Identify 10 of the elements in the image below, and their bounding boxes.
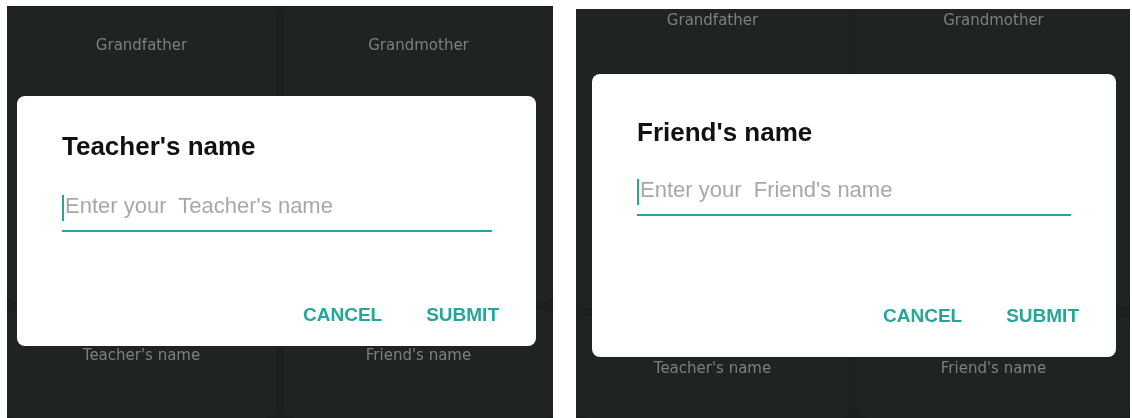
tile-label: Teacher's name bbox=[653, 359, 772, 377]
tile-label: Grandfather bbox=[95, 36, 188, 54]
dialog-title: Friend's name bbox=[637, 116, 814, 148]
tile-label: Grandmother bbox=[943, 11, 1044, 29]
tile-label: Friend's name bbox=[365, 346, 472, 364]
dialog-title: Teacher's name bbox=[62, 130, 257, 162]
tile-label: Grandmother bbox=[368, 36, 469, 54]
tile-label: Grandfather bbox=[666, 11, 759, 29]
tile-label: Friend's name bbox=[940, 359, 1047, 377]
tile-label: Teacher's name bbox=[82, 346, 201, 364]
